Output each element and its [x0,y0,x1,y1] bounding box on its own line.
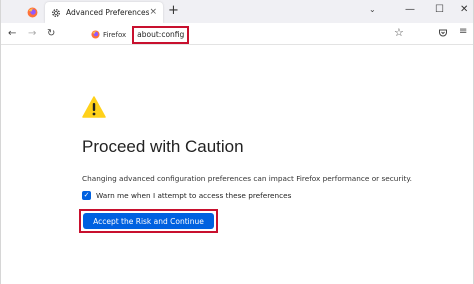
warning-icon [82,96,106,118]
tab-title: Advanced Preferences [66,8,150,17]
list-all-tabs-icon[interactable]: ⌄ [369,5,376,14]
browser-window: Advanced Preferences × + ⌄ — ☐ ✕ ← → ↻ F… [0,0,474,284]
pocket-icon[interactable] [438,28,448,38]
page-content: Proceed with Caution Changing advanced c… [1,46,473,284]
url-highlight-box[interactable]: about:config [132,25,190,44]
app-menu-button[interactable]: ≡ [459,26,467,37]
close-window-button[interactable]: ✕ [460,4,468,16]
identity-label: Firefox [103,30,127,39]
bookmark-star-icon[interactable]: ☆ [394,26,404,39]
maximize-button[interactable]: ☐ [435,4,444,16]
forward-button[interactable]: → [28,27,36,41]
pinned-tab-firefox[interactable] [23,4,41,20]
navigation-toolbar: ← → ↻ Firefox about:config ☆ ≡ [1,23,473,45]
accept-risk-button[interactable]: Accept the Risk and Continue [83,213,214,229]
tab-close-icon[interactable]: × [149,8,157,17]
gear-icon [52,8,60,17]
minimize-button[interactable]: — [405,4,415,16]
url-text[interactable]: about:config [137,30,184,39]
accept-highlight-box: Accept the Risk and Continue [79,209,218,233]
new-tab-button[interactable]: + [168,3,179,19]
reload-button[interactable]: ↻ [47,27,55,41]
firefox-identity-icon [91,30,100,39]
warn-checkbox[interactable]: ✓ [82,191,91,200]
page-title: Proceed with Caution [82,137,244,156]
url-bar[interactable]: Firefox about:config [85,25,415,44]
back-button[interactable]: ← [8,27,16,41]
warn-checkbox-label[interactable]: Warn me when I attempt to access these p… [96,191,291,200]
tab-advanced-preferences[interactable]: Advanced Preferences × [45,2,163,23]
tab-strip: Advanced Preferences × + ⌄ — ☐ ✕ [1,0,473,23]
warn-preference-row[interactable]: ✓ Warn me when I attempt to access these… [82,191,291,200]
firefox-logo-icon [27,7,37,17]
warning-description: Changing advanced configuration preferen… [82,174,412,183]
